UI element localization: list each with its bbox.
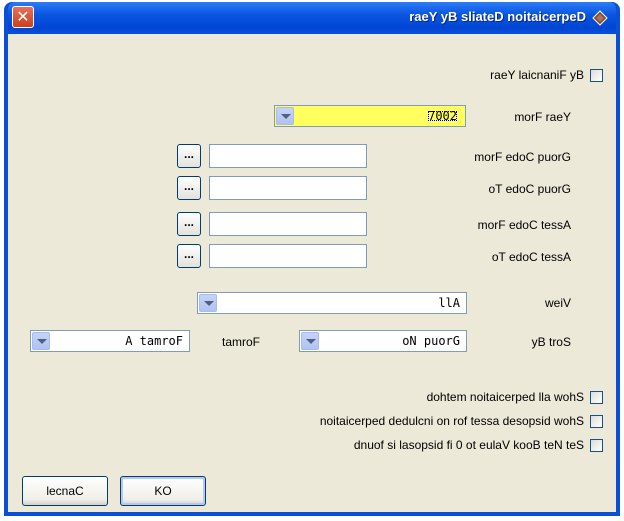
show-all-depreciation-checkbox[interactable] xyxy=(590,391,603,404)
close-icon[interactable]: ✕ xyxy=(12,6,34,28)
group-code-from-lookup-button[interactable]: ... xyxy=(177,144,201,168)
group-code-to-lookup-button[interactable]: ... xyxy=(177,176,201,200)
by-financial-year-checkbox[interactable] xyxy=(590,69,603,82)
show-disposed-asset-checkbox[interactable] xyxy=(590,415,603,428)
year-from-value: 2007 xyxy=(428,109,458,123)
cancel-button[interactable]: Cancel xyxy=(22,476,108,506)
dialog-client: By Financial Year Year From 2007 ... Gro… xyxy=(8,34,616,512)
asset-code-from-lookup-button[interactable]: ... xyxy=(177,212,201,236)
chevron-down-icon[interactable] xyxy=(301,332,319,350)
show-all-depreciation-label: Show all depreciation method xyxy=(426,390,584,404)
show-disposed-asset-label: Show disposed asset for no included depr… xyxy=(319,414,584,428)
dialog-window: ✕ Depreciation Details By Year By Financ… xyxy=(4,2,620,516)
group-code-to-label: Group Code To xyxy=(488,182,572,196)
set-nbv-zero-label: Set Net Book Value to 0 if disposal is f… xyxy=(353,438,584,452)
ok-button[interactable]: OK xyxy=(120,476,206,506)
asset-code-to-label: Asset Code To xyxy=(491,250,571,264)
by-financial-year-label: By Financial Year xyxy=(490,68,584,82)
view-label: View xyxy=(544,296,571,310)
format-value: Format A xyxy=(125,334,183,348)
asset-code-from-label: Asset Code From xyxy=(477,218,571,232)
sort-by-label: Sort By xyxy=(531,335,571,349)
chevron-down-icon[interactable] xyxy=(32,332,50,350)
view-value: All xyxy=(438,296,460,310)
year-from-label: Year From xyxy=(514,110,571,124)
sort-by-dropdown[interactable]: Group No xyxy=(299,330,467,352)
title-bar[interactable]: ✕ Depreciation Details By Year xyxy=(8,2,616,34)
group-code-from-label: Group Code From xyxy=(474,150,571,164)
asset-code-to-input[interactable] xyxy=(209,244,367,268)
window-title: Depreciation Details By Year xyxy=(409,9,586,24)
set-nbv-zero-checkbox[interactable] xyxy=(590,439,603,452)
app-diamond-icon xyxy=(592,10,608,26)
format-dropdown[interactable]: Format A xyxy=(30,330,190,352)
asset-code-to-lookup-button[interactable]: ... xyxy=(177,244,201,268)
chevron-down-icon[interactable] xyxy=(199,294,217,312)
view-dropdown[interactable]: All xyxy=(197,292,467,314)
asset-code-from-input[interactable] xyxy=(209,212,367,236)
sort-by-value: Group No xyxy=(402,334,460,348)
chevron-down-icon[interactable] xyxy=(276,107,294,125)
group-code-to-input[interactable] xyxy=(209,176,367,200)
year-from-dropdown[interactable]: 2007 xyxy=(274,105,466,127)
group-code-from-input[interactable] xyxy=(209,144,367,168)
format-label: Format xyxy=(222,335,261,349)
